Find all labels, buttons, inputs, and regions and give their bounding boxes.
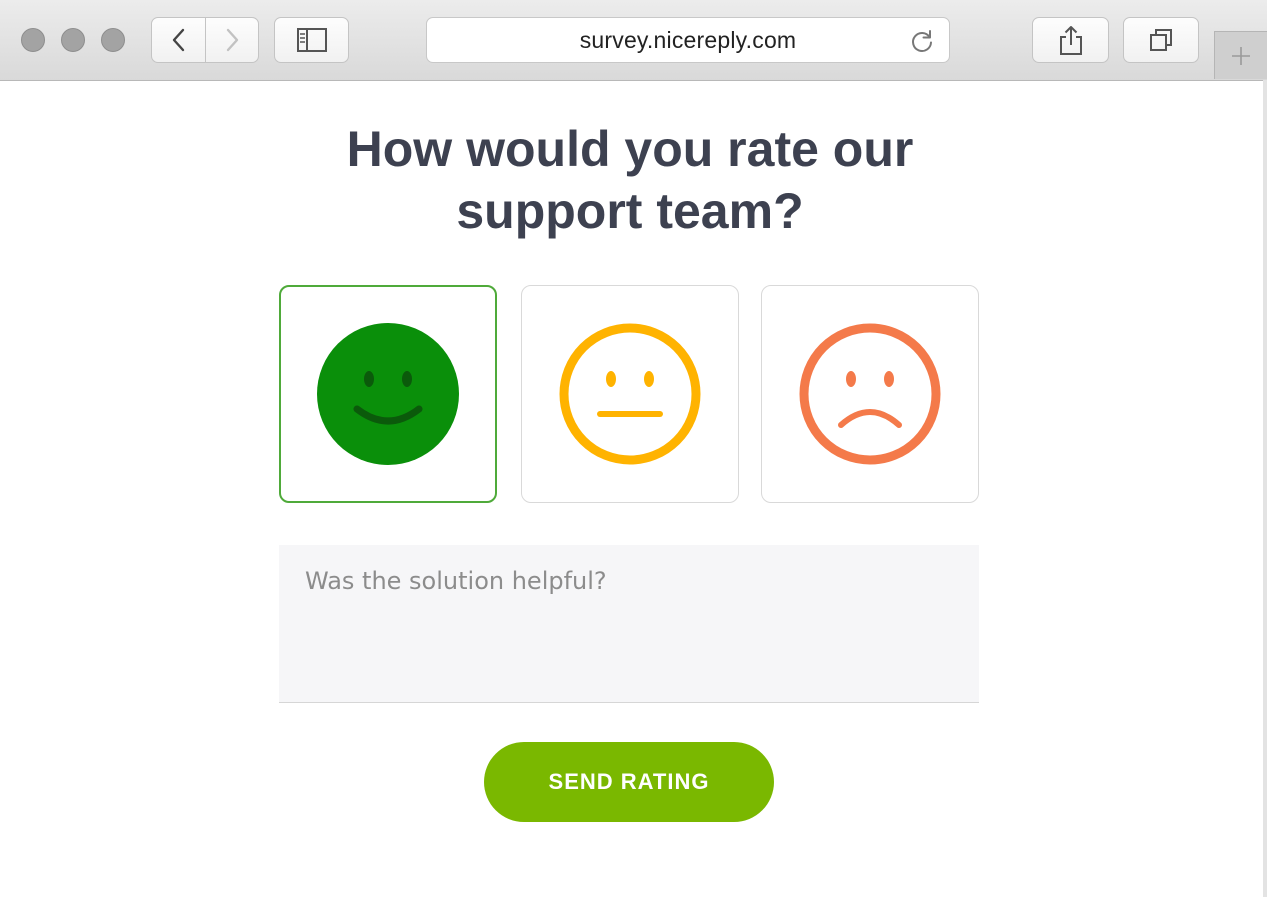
- chevron-right-icon: [226, 28, 239, 52]
- rating-option-neutral[interactable]: [521, 285, 739, 503]
- tabs-overview-icon: [1150, 29, 1172, 51]
- plus-icon: [1232, 46, 1250, 65]
- neutral-face-icon: [559, 323, 701, 465]
- address-bar-url: survey.nicereply.com: [579, 26, 797, 53]
- new-tab-button[interactable]: [1214, 31, 1267, 79]
- comment-field[interactable]: [279, 545, 979, 703]
- rating-option-happy[interactable]: [279, 285, 497, 503]
- forward-button[interactable]: [205, 17, 259, 63]
- send-rating-button[interactable]: SEND RATING: [484, 742, 774, 822]
- browser-toolbar: survey.nicereply.com: [0, 0, 1267, 81]
- minimize-window-button[interactable]: [61, 28, 85, 52]
- sidebar-icon: [296, 28, 327, 52]
- reload-icon[interactable]: [909, 28, 935, 54]
- zoom-window-button[interactable]: [101, 28, 125, 52]
- sad-face-icon: [799, 323, 941, 465]
- chevron-left-icon: [172, 28, 184, 52]
- close-window-button[interactable]: [21, 28, 45, 52]
- address-bar[interactable]: survey.nicereply.com: [426, 17, 950, 63]
- rating-option-sad[interactable]: [761, 285, 979, 503]
- sidebar-toggle-button[interactable]: [274, 17, 349, 63]
- survey-question-title: How would you rate our support team?: [346, 121, 914, 239]
- window-edge: [1263, 80, 1267, 897]
- happy-face-icon: [317, 323, 459, 465]
- tabs-overview-button[interactable]: [1123, 17, 1199, 63]
- share-icon: [1059, 26, 1082, 55]
- share-button[interactable]: [1032, 17, 1109, 63]
- back-button[interactable]: [151, 17, 206, 63]
